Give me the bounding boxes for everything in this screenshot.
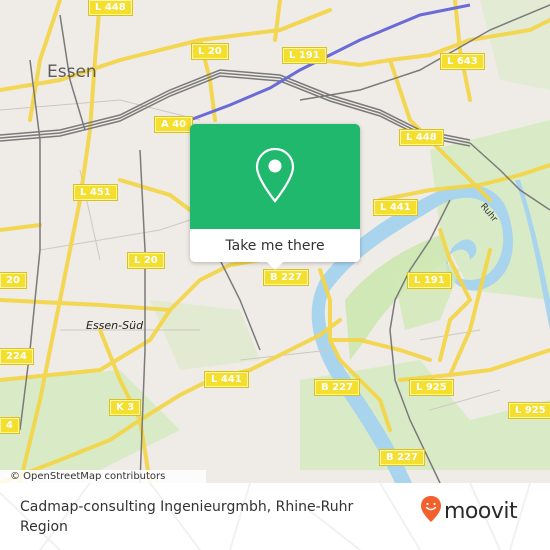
road-shield-l20-mid: L 20: [128, 253, 164, 268]
popup-header: [190, 124, 360, 229]
road-shield-l643: L 643: [441, 54, 484, 69]
popup-tail: [267, 262, 283, 270]
road-shield-l191: L 191: [283, 48, 326, 63]
road-shield-l448: L 448: [89, 0, 132, 15]
road-shield-l20-left: 20: [0, 273, 26, 288]
take-me-there-popup[interactable]: Take me there: [190, 124, 360, 270]
road-shield-b227: B 227: [264, 270, 308, 285]
road-shield-l224: 224: [0, 349, 33, 364]
map-attribution[interactable]: © OpenStreetMap contributors: [0, 470, 206, 483]
take-me-there-button[interactable]: Take me there: [190, 229, 360, 262]
map-pin-icon: [255, 147, 295, 207]
road-shield-b227-mid: B 227: [315, 380, 359, 395]
road-shield-l441: L 441: [374, 200, 417, 215]
road-shield-l448-right: L 448: [400, 130, 443, 145]
place-title: Cadmap-consulting Ingenieurgmbh, Rhine-R…: [20, 499, 354, 535]
road-shield-l20: L 20: [192, 44, 228, 59]
moovit-logo[interactable]: moovit: [420, 495, 518, 527]
road-shield-l441-mid: L 441: [205, 372, 248, 387]
road-shield-l925-right: L 925: [509, 403, 550, 418]
road-shield-k3: K 3: [110, 400, 141, 415]
footer: Cadmap-consulting Ingenieurgmbh, Rhine-R…: [0, 483, 550, 550]
road-shield-l191-right: L 191: [408, 273, 451, 288]
road-shield-l4-left: 4: [0, 418, 19, 433]
moovit-wordmark: moovit: [444, 498, 518, 524]
road-shield-b227-bottom: B 227: [380, 450, 424, 465]
map[interactable]: Essen Essen-Süd Ruhr L 448 L 20 A 40 L 1…: [0, 0, 550, 483]
road-shield-l451: L 451: [74, 185, 117, 200]
road-shield-a40: A 40: [155, 117, 193, 132]
place-label-essen-sued: Essen-Süd: [86, 319, 144, 332]
moovit-pin-icon: [420, 495, 442, 527]
place-label-essen: Essen: [47, 62, 97, 82]
road-shield-l925-mid: L 925: [410, 380, 453, 395]
